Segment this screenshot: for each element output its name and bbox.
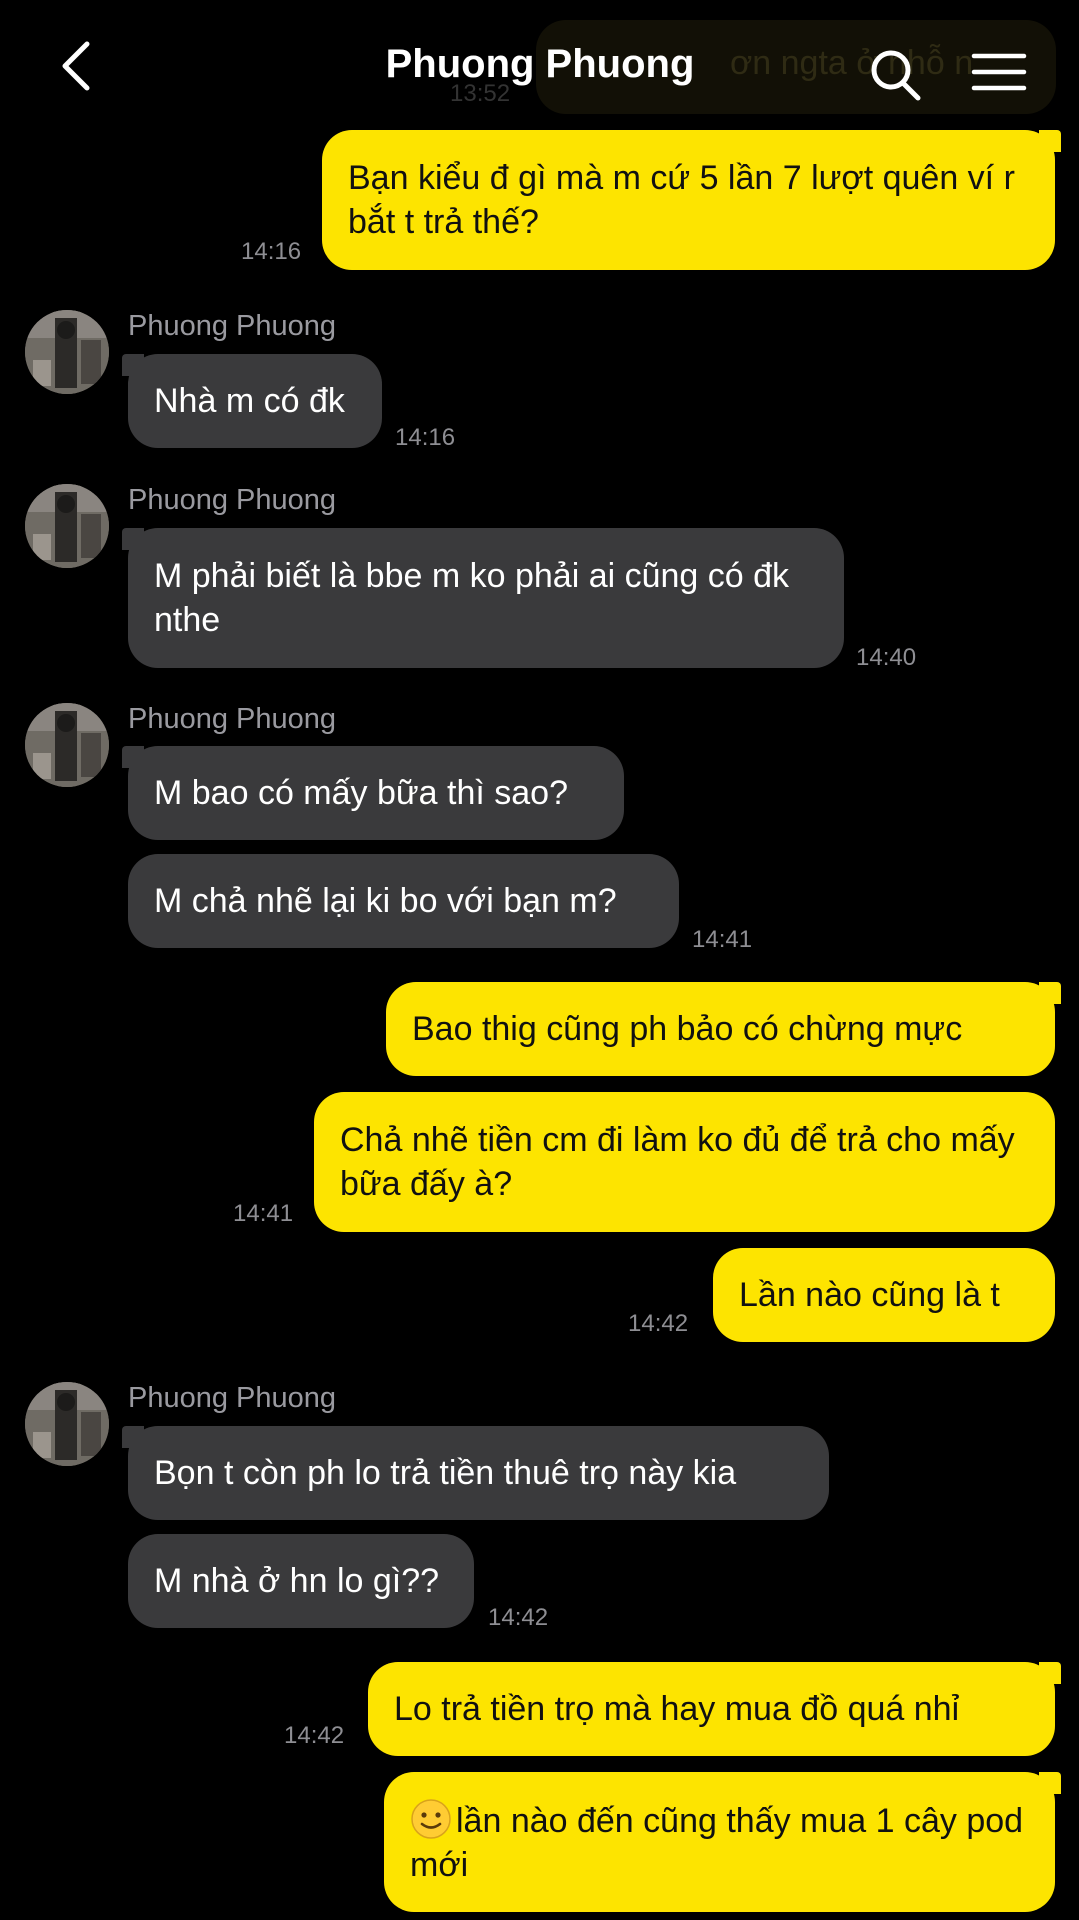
contact-avatar[interactable] xyxy=(25,484,109,568)
contact-avatar[interactable] xyxy=(25,310,109,394)
back-button[interactable] xyxy=(48,36,104,96)
message-timestamp: 14:16 xyxy=(241,238,302,265)
message-text: lần nào đến cũng thấy mua 1 cây pod mới xyxy=(410,1798,1029,1887)
hamburger-menu-icon xyxy=(971,53,1027,91)
message-timestamp: 14:42 xyxy=(488,1604,549,1631)
avatar-photo xyxy=(25,484,109,568)
incoming-message-bubble[interactable]: M bao có mấy bữa thì sao? xyxy=(122,746,624,840)
message-text: Nhà m có đk xyxy=(154,382,345,420)
sender-name: Phuong Phuong xyxy=(128,703,337,735)
message-text: Bạn kiểu đ gì mà m cứ 5 lần 7 lượt quên … xyxy=(348,159,1015,241)
incoming-message-bubble[interactable]: M phải biết là bbe m ko phải ai cũng có … xyxy=(122,528,844,668)
message-text: Lần nào cũng là t xyxy=(739,1276,1000,1314)
message-text: M phải biết là bbe m ko phải ai cũng có … xyxy=(154,557,790,639)
outgoing-message-bubble[interactable]: Lo trả tiền trọ mà hay mua đồ quá nhỉ xyxy=(368,1662,1061,1756)
chevron-left-icon xyxy=(62,41,90,91)
message-timestamp: 14:42 xyxy=(284,1722,345,1749)
incoming-message-bubble[interactable]: M nhà ở hn lo gì?? xyxy=(128,1534,474,1628)
sender-name: Phuong Phuong xyxy=(128,484,337,516)
outgoing-message-bubble[interactable]: Chả nhẽ tiền cm đi làm ko đủ để trả cho … xyxy=(314,1092,1055,1232)
message-text: Chả nhẽ tiền cm đi làm ko đủ để trả cho … xyxy=(340,1121,1015,1203)
message-timestamp: 14:41 xyxy=(692,926,753,953)
slightly-smiling-face-icon xyxy=(411,1798,451,1839)
contact-avatar[interactable] xyxy=(25,703,109,787)
chat-header: Phuong Phuong xyxy=(0,0,1079,130)
avatar-photo xyxy=(25,1382,109,1466)
incoming-message-bubble[interactable]: Bọn t còn ph lo trả tiền thuê trọ này ki… xyxy=(122,1426,829,1520)
outgoing-message-bubble[interactable]: Bao thig cũng ph bảo có chừng mực xyxy=(386,982,1061,1076)
menu-button[interactable] xyxy=(970,50,1030,100)
message-timestamp: 14:40 xyxy=(856,644,917,671)
search-button[interactable] xyxy=(866,46,926,106)
outgoing-message-bubble[interactable]: Lần nào cũng là t xyxy=(713,1248,1055,1342)
message-timestamp: 14:16 xyxy=(395,424,456,451)
search-icon xyxy=(871,50,921,101)
incoming-message-bubble[interactable]: M chả nhẽ lại ki bo với bạn m? xyxy=(128,854,679,948)
contact-avatar[interactable] xyxy=(25,1382,109,1466)
message-text: Lo trả tiền trọ mà hay mua đồ quá nhỉ xyxy=(394,1690,960,1728)
message-text: M nhà ở hn lo gì?? xyxy=(154,1562,440,1600)
page-title: Phuong Phuong xyxy=(385,42,695,86)
message-text: M bao có mấy bữa thì sao? xyxy=(154,774,568,812)
message-text-content: lần nào đến cũng thấy mua 1 cây pod mới xyxy=(410,1801,1024,1884)
sender-name: Phuong Phuong xyxy=(128,310,337,342)
message-timestamp: 14:42 xyxy=(628,1310,689,1337)
chat-screen: ơn ngta ở nhỗ n 13:52 Phuong Phuong Bạn … xyxy=(0,0,1079,1920)
avatar-photo xyxy=(25,703,109,787)
outgoing-message-bubble[interactable]: Bạn kiểu đ gì mà m cứ 5 lần 7 lượt quên … xyxy=(322,130,1061,270)
message-text: Bọn t còn ph lo trả tiền thuê trọ này ki… xyxy=(154,1454,737,1492)
message-text: Bao thig cũng ph bảo có chừng mực xyxy=(412,1010,963,1048)
outgoing-message-bubble[interactable]: lần nào đến cũng thấy mua 1 cây pod mới xyxy=(384,1772,1061,1912)
message-text: M chả nhẽ lại ki bo với bạn m? xyxy=(154,882,617,920)
message-timestamp: 14:41 xyxy=(233,1200,294,1227)
sender-name: Phuong Phuong xyxy=(128,1382,337,1414)
incoming-message-bubble[interactable]: Nhà m có đk xyxy=(122,354,382,448)
avatar-photo xyxy=(25,310,109,394)
